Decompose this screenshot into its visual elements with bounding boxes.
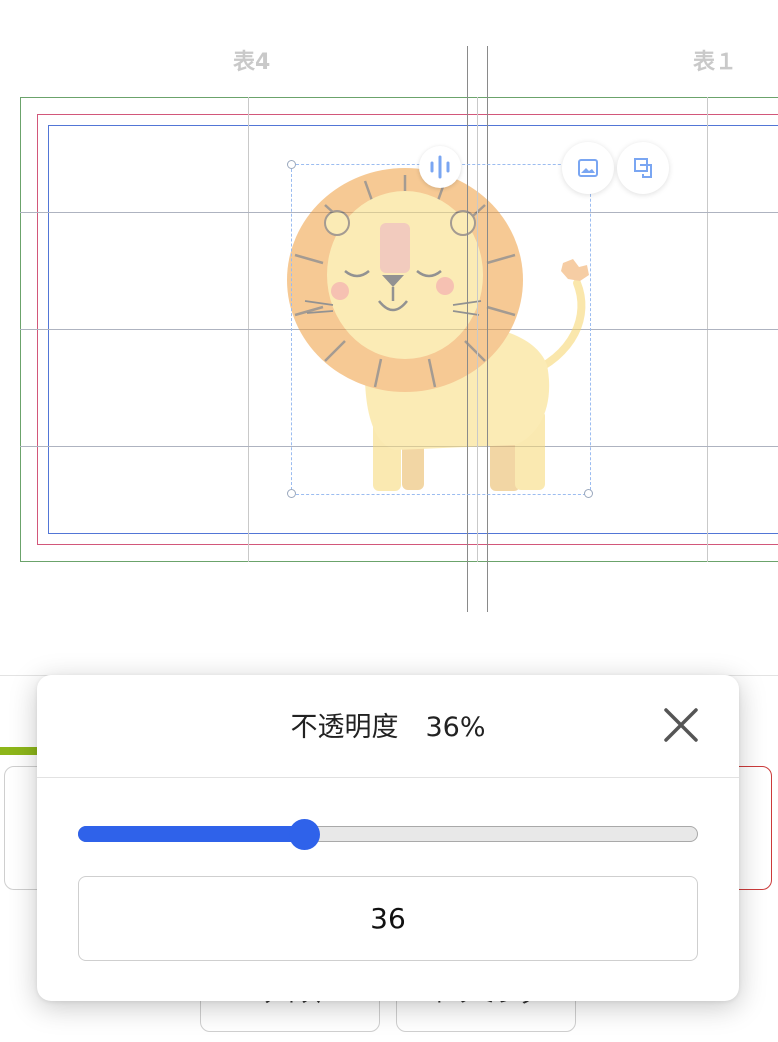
opacity-value-input[interactable] (78, 876, 698, 961)
popup-title: 不透明度 36% (290, 712, 486, 743)
close-button[interactable] (657, 703, 705, 747)
rotate-handle[interactable] (419, 146, 461, 188)
image-icon (578, 159, 598, 177)
resize-handle-bottom-right[interactable] (584, 489, 593, 498)
duplicate-button[interactable] (617, 142, 669, 194)
page-label-front: 表１ (693, 50, 738, 75)
slider-thumb[interactable] (288, 819, 320, 850)
selection-box[interactable] (291, 164, 591, 495)
duplicate-icon (634, 158, 652, 178)
page-label-back: 表4 (233, 50, 271, 75)
resize-handle-bottom-left[interactable] (287, 489, 296, 498)
opacity-popup: 不透明度 36% (37, 675, 739, 1001)
rotate-handle-icon (430, 155, 450, 179)
close-icon (664, 708, 698, 742)
resize-handle-top-left[interactable] (287, 160, 296, 169)
slider-fill (78, 826, 304, 842)
popup-divider (37, 777, 739, 778)
replace-image-button[interactable] (562, 142, 614, 194)
